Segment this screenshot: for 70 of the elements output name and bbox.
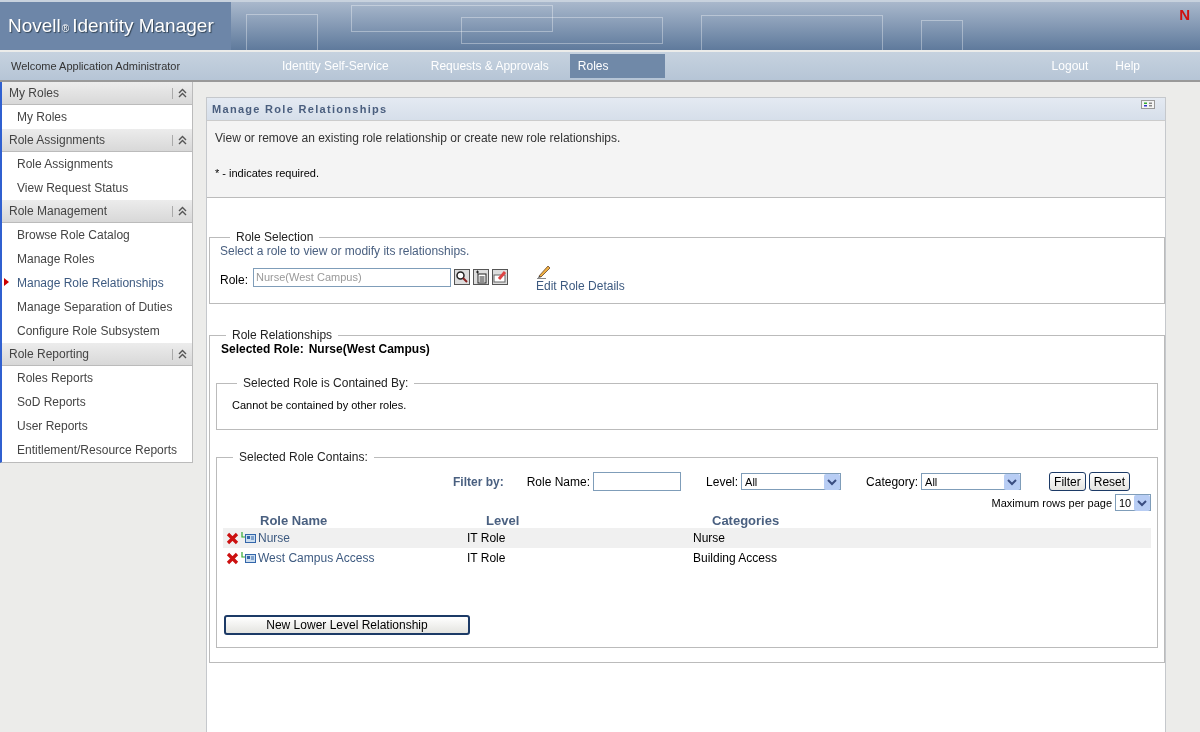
layout-icon[interactable] — [1141, 99, 1155, 109]
hint-text: Select a role to view or modify its relationships. — [220, 244, 471, 258]
sidebar-item[interactable]: User Reports — [2, 419, 88, 433]
fieldset-legend: Selected Role is Contained By: — [237, 376, 415, 390]
sidebar-item[interactable]: Manage Separation of Duties — [2, 300, 173, 314]
selected-role-label: Selected Role: — [221, 342, 304, 356]
new-lower-level-relationship-button[interactable]: New Lower Level Relationship — [224, 615, 470, 635]
sidebar-item[interactable]: Configure Role Subsystem — [2, 324, 160, 338]
categories-cell-text: Building Access — [693, 551, 779, 565]
fieldset-legend: Selected Role Contains: — [233, 450, 374, 464]
section-title: Role Reporting — [9, 347, 90, 361]
role-name-input-field[interactable] — [593, 472, 682, 491]
section-title: Role Management — [9, 204, 108, 218]
logo: N — [1179, 6, 1190, 23]
dropdown-caret-icon — [1134, 494, 1150, 511]
selection-arrow-icon — [4, 278, 9, 286]
message-text: Cannot be contained by other roles. — [231, 398, 408, 413]
category-dropdown[interactable]: All — [921, 473, 1022, 490]
required-note: * - indicates required. — [215, 167, 320, 179]
delete-icon[interactable] — [226, 531, 239, 545]
fieldset-legend: Role Relationships — [226, 328, 339, 342]
role-name-link[interactable]: West Campus Access — [258, 551, 375, 565]
role-name-label: Role Name: — [526, 474, 591, 489]
role-hierarchy-icon — [241, 552, 256, 564]
column-header: Categories — [712, 513, 781, 528]
clear-edit-icon[interactable] — [492, 269, 508, 285]
pencil-icon[interactable] — [536, 263, 552, 279]
column-header: Level — [486, 513, 521, 528]
section-title: Role Assignments — [9, 133, 106, 147]
section-title: My Roles — [9, 86, 59, 100]
search-icon[interactable] — [454, 269, 470, 285]
delete-icon[interactable] — [226, 551, 239, 565]
sidebar-item[interactable]: Roles Reports — [2, 371, 94, 385]
sidebar-item[interactable]: Role Assignments — [2, 157, 114, 171]
level-cell-text: IT Role — [467, 551, 507, 565]
sidebar-item[interactable]: My Roles — [2, 110, 67, 124]
reset-button[interactable]: Reset — [1088, 472, 1131, 491]
filter-by-label: Filter by: — [453, 474, 504, 489]
nav-tab[interactable]: Roles — [569, 54, 665, 78]
sidebar-item[interactable]: SoD Reports — [2, 395, 86, 409]
sidebar-item[interactable]: Browse Role Catalog — [2, 228, 130, 242]
max-rows-label: Maximum rows per page — [991, 496, 1112, 509]
level-label: Level: — [706, 474, 739, 489]
dropdown-caret-icon — [824, 473, 841, 490]
level-cell-text: IT Role — [467, 531, 507, 545]
sidebar-section-header[interactable]: Role Management — [2, 200, 192, 223]
category-label: Category: — [866, 474, 919, 489]
role-name-link[interactable]: Nurse — [258, 531, 290, 545]
selected-role-value: Nurse(West Campus) — [308, 342, 430, 356]
sidebar-section-header[interactable]: Role Reporting — [2, 343, 192, 366]
fieldset-legend: Role Selection — [230, 230, 320, 244]
sidebar-item[interactable]: Entitlement/Resource Reports — [2, 443, 178, 457]
history-list-icon[interactable] — [473, 269, 489, 285]
max-rows-dropdown[interactable]: 10 — [1115, 494, 1151, 511]
sidebar-item[interactable]: Manage Roles — [2, 252, 95, 266]
sidebar-item[interactable]: Manage Role Relationships — [2, 276, 164, 290]
welcome-text: Welcome Application Administrator — [10, 60, 182, 72]
role-hierarchy-icon — [241, 532, 256, 544]
level-dropdown[interactable]: All — [741, 473, 842, 490]
filter-button[interactable]: Filter — [1049, 472, 1086, 491]
sidebar-section-header[interactable]: My Roles — [2, 82, 192, 105]
role-label: Role: — [220, 273, 248, 287]
categories-cell-text: Nurse — [693, 531, 726, 545]
sidebar-section-header[interactable]: Role Assignments — [2, 129, 192, 152]
product-title: Novell®Identity Manager — [0, 2, 231, 50]
dropdown-caret-icon — [1004, 473, 1021, 490]
sidebar-item[interactable]: View Request Status — [2, 181, 129, 195]
description-text: View or remove an existing role relationship or create new role relationships. — [215, 131, 622, 145]
column-header: Role Name — [259, 513, 329, 528]
panel-title: Manage Role Relationships — [212, 103, 388, 115]
